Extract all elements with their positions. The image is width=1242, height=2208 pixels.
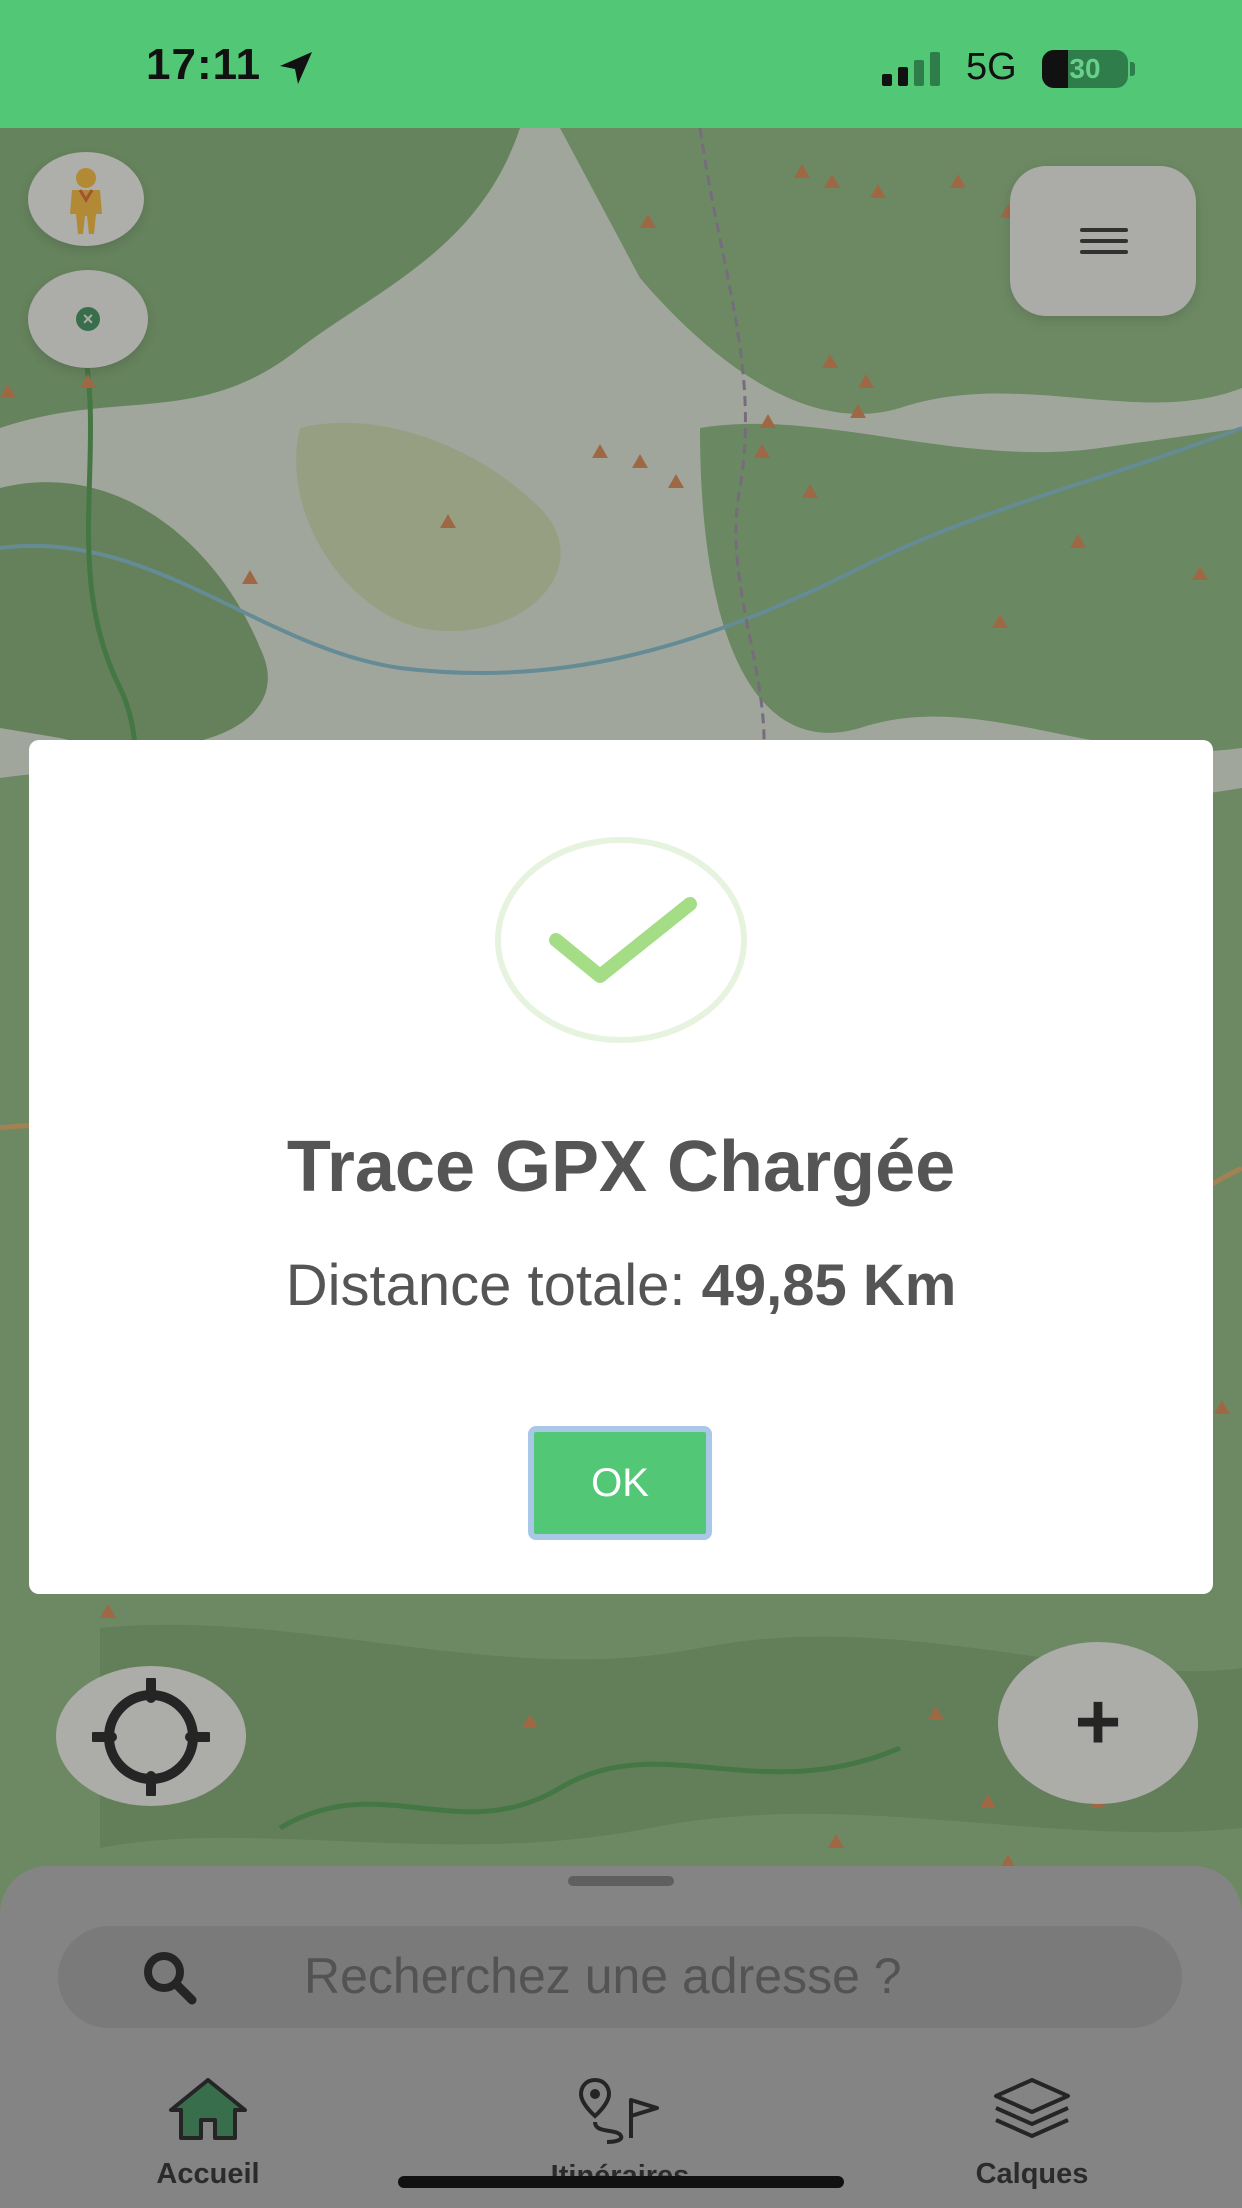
status-bar: 17:11 5G 30 <box>0 0 1242 128</box>
battery-icon: 30 <box>1042 50 1128 88</box>
status-time: 17:11 <box>146 40 262 89</box>
success-checkmark-icon <box>495 837 747 1043</box>
home-indicator <box>398 2176 844 2188</box>
battery-cap <box>1130 62 1135 76</box>
dialog-title: Trace GPX Chargée <box>286 1127 956 1207</box>
distance-value: 49,85 Km <box>701 1253 957 1318</box>
signal-icon <box>882 52 940 86</box>
dialog-message: Distance totale: 49,85 Km <box>29 1252 1213 1319</box>
ok-button[interactable]: OK <box>528 1426 712 1540</box>
location-arrow-icon <box>280 52 312 84</box>
distance-label: Distance totale: <box>285 1253 702 1318</box>
network-label: 5G <box>966 46 1017 88</box>
battery-percent: 30 <box>1069 53 1101 84</box>
